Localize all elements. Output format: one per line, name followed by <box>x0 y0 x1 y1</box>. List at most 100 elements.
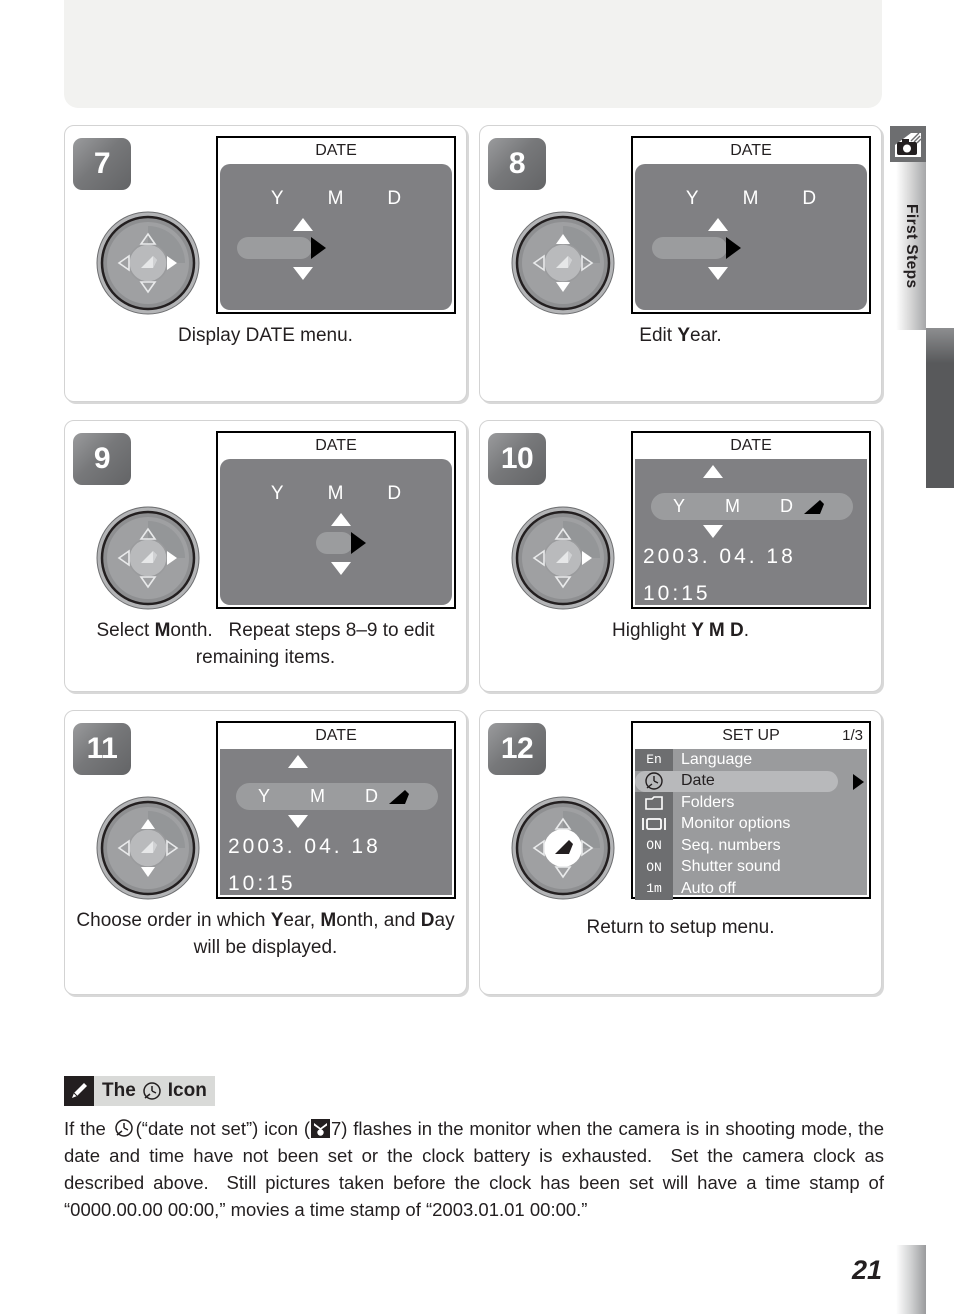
monitor-icon <box>635 813 673 835</box>
note-title-post: Icon <box>167 1080 207 1101</box>
ymd-labels: Y M D <box>220 188 452 210</box>
enter-arrow-icon <box>804 499 825 514</box>
clock-icon <box>635 771 673 793</box>
setup-item-label: Date <box>681 772 715 790</box>
right-arrow-icon <box>726 237 741 259</box>
note-title: The Icon <box>94 1076 215 1106</box>
enter-arrow-icon <box>389 789 410 804</box>
step-panel-8: 8 DATE Y M D Edit Year. <box>479 125 882 402</box>
sidebar-tab-first-steps[interactable]: First Steps <box>896 162 926 330</box>
setup-item-folders[interactable]: Folders <box>635 792 867 814</box>
step-panel-11: 11 DATE Y M D 2003. 04. 18 10:15 Choose … <box>64 710 467 995</box>
setup-item-seq-numbers[interactable]: ON Seq. numbers <box>635 835 867 857</box>
lcd-title-text: SET UP <box>722 727 780 744</box>
step-panel-7: 7 DATE Y M D Display DATE menu. <box>64 125 467 402</box>
up-triangle-icon <box>293 218 313 231</box>
multi-selector-dial[interactable] <box>95 210 201 316</box>
setup-item-label: Auto off <box>681 879 736 897</box>
lcd-screen: DATE Y M D <box>216 431 456 609</box>
lcd-body: Y M D 2003. 04. 18 10:15 <box>220 749 452 895</box>
lcd-title: DATE <box>315 727 357 744</box>
note-header: The Icon <box>64 1076 884 1106</box>
right-arrow-icon <box>351 532 366 554</box>
step-panel-9: 9 DATE Y M D Select Month. Repeat steps … <box>64 420 467 692</box>
lcd-body: Y M D <box>220 459 452 605</box>
step-panel-10: 10 DATE Y M D 2003. 04. 18 10:15 Highlig… <box>479 420 882 692</box>
step-panel-12: 12 SET UP 1/3 En Language Date Folders M… <box>479 710 882 995</box>
setup-menu-list: En Language Date Folders Monitor options… <box>635 749 867 900</box>
up-triangle-icon <box>331 513 351 526</box>
value-slider-pill[interactable] <box>316 532 353 554</box>
top-content-block <box>64 0 882 108</box>
down-triangle-icon <box>293 267 313 280</box>
note-body-part2: (“date not set”) icon ( <box>135 1118 310 1139</box>
label-m: M <box>327 483 344 504</box>
down-triangle-icon <box>708 267 728 280</box>
page-number: 21 <box>852 1255 883 1285</box>
label-y: Y <box>270 188 284 209</box>
multi-selector-dial[interactable] <box>95 505 201 611</box>
lcd-screen: DATE Y M D <box>631 136 871 314</box>
sidebar-tab-label: First Steps <box>903 203 920 289</box>
lcd-page-indicator: 1/3 <box>842 727 863 744</box>
ymd-order-bar[interactable]: Y M D <box>236 783 438 810</box>
label-d: D <box>780 496 794 516</box>
up-triangle-icon <box>288 755 308 768</box>
setup-item-label: Shutter sound <box>681 858 781 876</box>
down-triangle-icon <box>703 525 723 538</box>
label-m: M <box>310 786 326 806</box>
lcd-title: DATE <box>315 142 357 159</box>
steps-row-2: 9 DATE Y M D Select Month. Repeat steps … <box>64 420 882 692</box>
right-arrow-icon <box>853 773 864 790</box>
label-y: Y <box>673 496 686 516</box>
lcd-body: Y M D 2003. 04. 18 10:15 <box>635 459 867 605</box>
step-caption: Edit Year. <box>639 325 722 346</box>
label-y: Y <box>685 188 699 209</box>
on-icon: ON <box>635 856 673 878</box>
step-badge: 10 <box>488 433 546 485</box>
language-icon: En <box>635 749 673 771</box>
lcd-screen: DATE Y M D <box>216 136 456 314</box>
multi-selector-dial[interactable] <box>510 210 616 316</box>
lcd-title: SET UP 1/3 <box>633 723 869 749</box>
lcd-screen: DATE Y M D 2003. 04. 18 10:15 <box>216 721 456 899</box>
reference-book-icon <box>311 1119 330 1138</box>
minute-icon: 1m <box>635 878 673 900</box>
step-caption: Display DATE menu. <box>178 325 353 346</box>
down-triangle-icon <box>288 815 308 828</box>
label-d: D <box>802 188 817 209</box>
ymd-order-bar[interactable]: Y M D <box>651 493 853 520</box>
multi-selector-dial[interactable] <box>95 795 201 901</box>
label-m: M <box>742 188 759 209</box>
right-arrow-icon <box>311 237 326 259</box>
setup-item-language[interactable]: En Language <box>635 749 867 771</box>
time-value: 10:15 <box>228 872 296 895</box>
setup-item-monitor-options[interactable]: Monitor options <box>635 813 867 835</box>
value-slider-pill[interactable] <box>652 237 727 259</box>
ymd-labels: Y M D <box>635 188 867 210</box>
setup-item-auto-off[interactable]: 1m Auto off <box>635 878 867 900</box>
clock-icon <box>143 1082 161 1100</box>
lcd-title: DATE <box>315 437 357 454</box>
clock-icon <box>114 1119 133 1137</box>
steps-grid: 7 DATE Y M D Display DATE menu. 8 DATE Y… <box>64 125 882 1013</box>
setup-item-shutter-sound[interactable]: ON Shutter sound <box>635 856 867 878</box>
multi-selector-dial[interactable] <box>510 505 616 611</box>
note-block: The Icon If the (“date not set”) icon ( … <box>64 1076 884 1223</box>
multi-selector-dial[interactable] <box>510 795 616 901</box>
label-d: D <box>387 483 402 504</box>
label-m: M <box>725 496 741 516</box>
steps-row-1: 7 DATE Y M D Display DATE menu. 8 DATE Y… <box>64 125 882 402</box>
setup-item-date[interactable]: Date <box>635 770 867 793</box>
label-y: Y <box>270 483 284 504</box>
step-badge: 11 <box>73 723 131 775</box>
lcd-title: DATE <box>730 142 772 159</box>
step-badge: 9 <box>73 433 131 485</box>
time-value: 10:15 <box>643 582 711 605</box>
step-caption: Choose order in which Year, Month, and D… <box>76 910 455 958</box>
date-value: 2003. 04. 18 <box>643 545 796 568</box>
setup-item-label: Language <box>681 750 753 768</box>
step-badge: 12 <box>488 723 546 775</box>
up-triangle-icon <box>708 218 728 231</box>
value-slider-pill[interactable] <box>237 237 312 259</box>
